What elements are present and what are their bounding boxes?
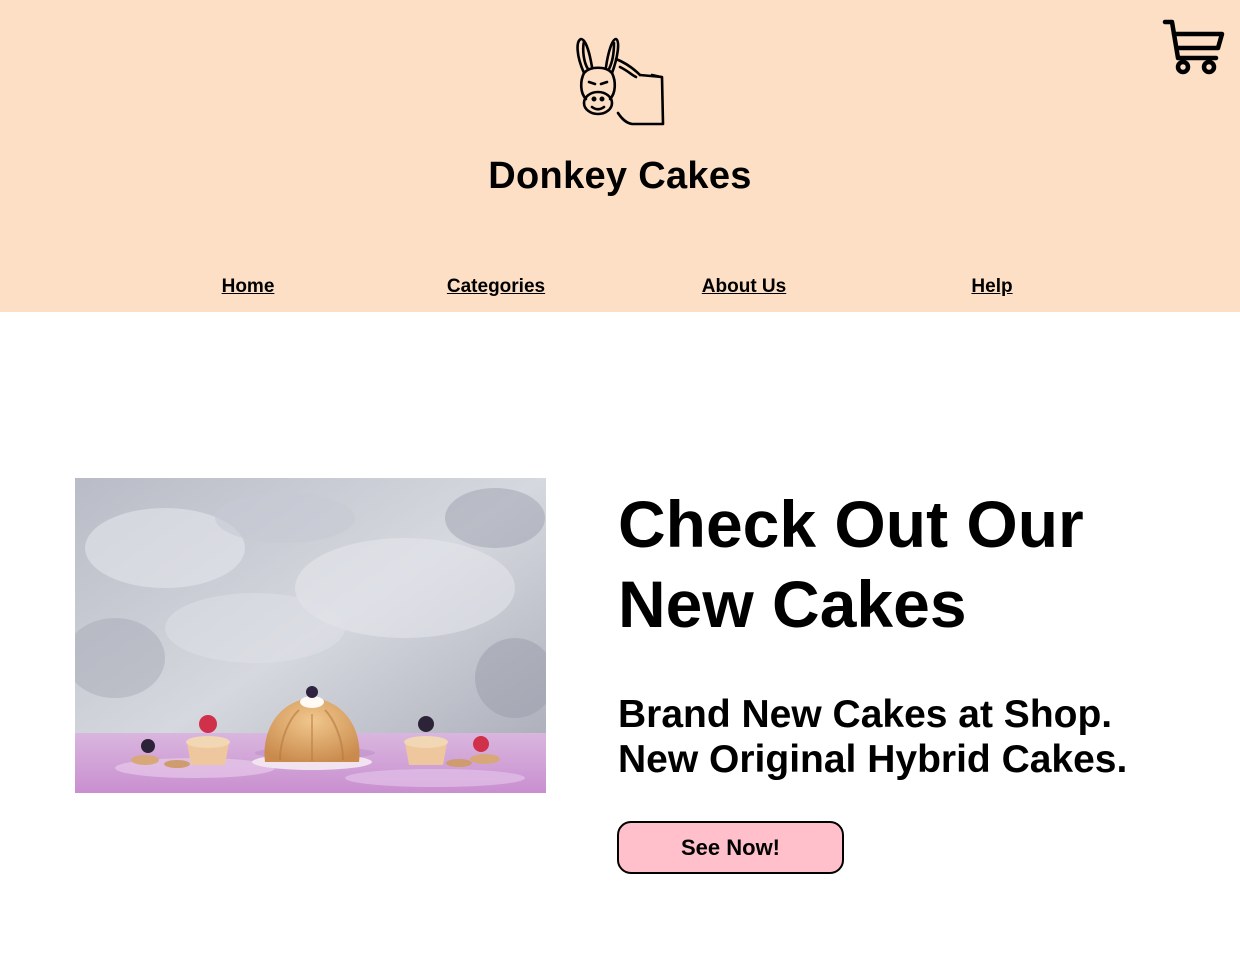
hero-title-line-1: Check Out Our [618, 487, 1084, 561]
hero-subtitle: Brand New Cakes at Shop. New Original Hy… [618, 692, 1218, 782]
site-header: Donkey Cakes Home Categories About Us He… [0, 0, 1240, 312]
main-nav: Home Categories About Us Help [0, 276, 1240, 302]
site-title: Donkey Cakes [488, 155, 752, 197]
hero-title: Check Out Our New Cakes [618, 484, 1218, 644]
shopping-cart-icon[interactable] [1160, 18, 1226, 76]
nav-categories-link[interactable]: Categories [447, 276, 545, 298]
hero-title-line-2: New Cakes [618, 567, 967, 641]
hero-subtitle-line-1: Brand New Cakes at Shop. [618, 693, 1113, 736]
hero-cake-image [75, 478, 546, 793]
donkey-logo-icon[interactable] [570, 33, 670, 129]
hero-subtitle-line-2: New Original Hybrid Cakes. [618, 738, 1128, 781]
nav-home-link[interactable]: Home [222, 276, 275, 298]
nav-about-us-link[interactable]: About Us [702, 276, 786, 298]
nav-help-link[interactable]: Help [971, 276, 1012, 298]
see-now-button[interactable]: See Now! [617, 821, 844, 874]
